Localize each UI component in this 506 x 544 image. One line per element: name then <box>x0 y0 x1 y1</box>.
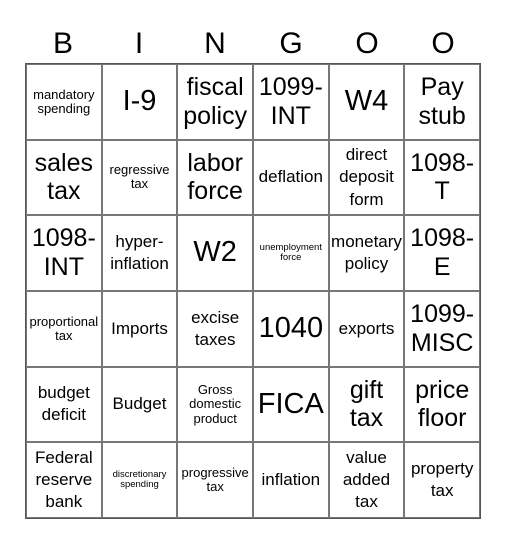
bingo-cell[interactable]: 1099-INT <box>252 64 329 140</box>
bingo-header: BINGOO <box>25 26 481 62</box>
bingo-grid: mandatory spending I-9 fiscal policy 1099-I… <box>25 63 481 519</box>
header-letter: O <box>431 27 455 60</box>
cell-text: value added tax <box>342 448 391 512</box>
bingo-cell[interactable]: monetary policy <box>328 215 405 291</box>
bingo-cell[interactable]: 1098-INT <box>26 215 102 291</box>
bingo-cell[interactable]: sales tax <box>26 139 102 216</box>
cell-text: 1098-E <box>410 224 475 282</box>
header-letter: G <box>279 27 303 60</box>
cell-text: exports <box>338 318 395 338</box>
header-letter: B <box>52 27 73 60</box>
cell-text: inflation <box>261 470 321 490</box>
bingo-cell[interactable]: gift tax <box>328 366 405 443</box>
header-letter: O <box>355 27 379 60</box>
cell-text: FICA <box>257 387 324 420</box>
bingo-cell[interactable]: FICA <box>252 366 329 443</box>
cell-text: property tax <box>410 459 474 501</box>
bingo-cell[interactable]: price floor <box>404 366 480 443</box>
bingo-cell[interactable]: W2 <box>177 215 253 291</box>
bingo-cell[interactable]: deflation <box>252 139 329 216</box>
bingo-cell[interactable]: 1040 <box>252 290 329 367</box>
cell-text: fiscal policy <box>183 73 248 130</box>
cell-text: 1098-T <box>410 148 475 206</box>
cell-text: Pay stub <box>418 73 466 130</box>
cell-text: Imports <box>111 318 168 338</box>
bingo-cell[interactable]: 1098-E <box>404 215 480 291</box>
cell-text: 1040 <box>258 311 324 344</box>
cell-text: W4 <box>344 84 389 117</box>
cell-text: Gross domestic product <box>189 382 242 426</box>
bingo-cell[interactable]: excise taxes <box>177 290 253 367</box>
bingo-cell[interactable]: inflation <box>252 442 329 518</box>
bingo-cell[interactable]: progressive tax <box>177 442 253 518</box>
bingo-cell[interactable]: mandatory spending <box>26 64 102 140</box>
bingo-cell[interactable]: proportional tax <box>26 290 102 367</box>
bingo-cell[interactable]: I-9 <box>101 64 178 140</box>
cell-text: W2 <box>193 236 237 269</box>
cell-text: sales tax <box>34 148 94 206</box>
cell-text: labor force <box>187 148 243 206</box>
cell-text: regressive tax <box>109 162 170 192</box>
cell-text: progressive tax <box>181 464 249 495</box>
bingo-cell[interactable]: property tax <box>404 442 480 518</box>
bingo-cell[interactable]: labor force <box>177 139 253 216</box>
bingo-cell[interactable]: exports <box>328 290 405 367</box>
bingo-cell[interactable]: budget deficit <box>26 366 102 443</box>
cell-text: Federal reserve bank <box>35 448 93 512</box>
cell-text: price floor <box>415 375 470 433</box>
bingo-cell[interactable]: direct deposit form <box>328 139 405 216</box>
bingo-cell[interactable]: regressive tax <box>101 139 178 216</box>
bingo-cell[interactable]: Gross domestic product <box>177 366 253 443</box>
cell-text: excise taxes <box>191 307 240 349</box>
cell-text: discretionary spending <box>112 468 167 491</box>
bingo-cell[interactable]: hyper-inflation <box>101 215 178 291</box>
cell-text: 1099-INT <box>258 73 323 130</box>
cell-text: deflation <box>258 167 323 187</box>
cell-text: direct deposit form <box>339 145 394 209</box>
bingo-cell[interactable]: Imports <box>101 290 178 367</box>
cell-text: mandatory spending <box>33 86 95 116</box>
cell-text: monetary policy <box>331 232 402 274</box>
cell-text: unemployment force <box>259 241 322 264</box>
bingo-cell[interactable]: Federal reserve bank <box>26 442 102 518</box>
bingo-cell[interactable]: discretionary spending <box>101 442 178 518</box>
bingo-cell[interactable]: 1099-MISC <box>404 290 480 367</box>
cell-text: budget deficit <box>37 383 90 425</box>
bingo-cell[interactable]: Pay stub <box>404 64 480 140</box>
cell-text: I-9 <box>122 84 157 117</box>
cell-text: proportional tax <box>29 313 99 343</box>
bingo-cell[interactable]: W4 <box>328 64 405 140</box>
cell-text: 1099-MISC <box>410 300 475 357</box>
bingo-cell[interactable]: Budget <box>101 366 178 443</box>
header-letter: N <box>204 27 226 60</box>
cell-text: hyper-inflation <box>110 232 169 274</box>
bingo-cell[interactable]: fiscal policy <box>177 64 253 140</box>
cell-text: 1098-INT <box>31 224 96 282</box>
bingo-cell[interactable]: value added tax <box>328 442 405 518</box>
cell-text: gift tax <box>349 375 384 433</box>
bingo-cell[interactable]: 1098-T <box>404 139 480 216</box>
cell-text: Budget <box>112 394 167 414</box>
header-letter: I <box>134 27 144 60</box>
bingo-cell[interactable]: unemployment force <box>252 215 329 291</box>
